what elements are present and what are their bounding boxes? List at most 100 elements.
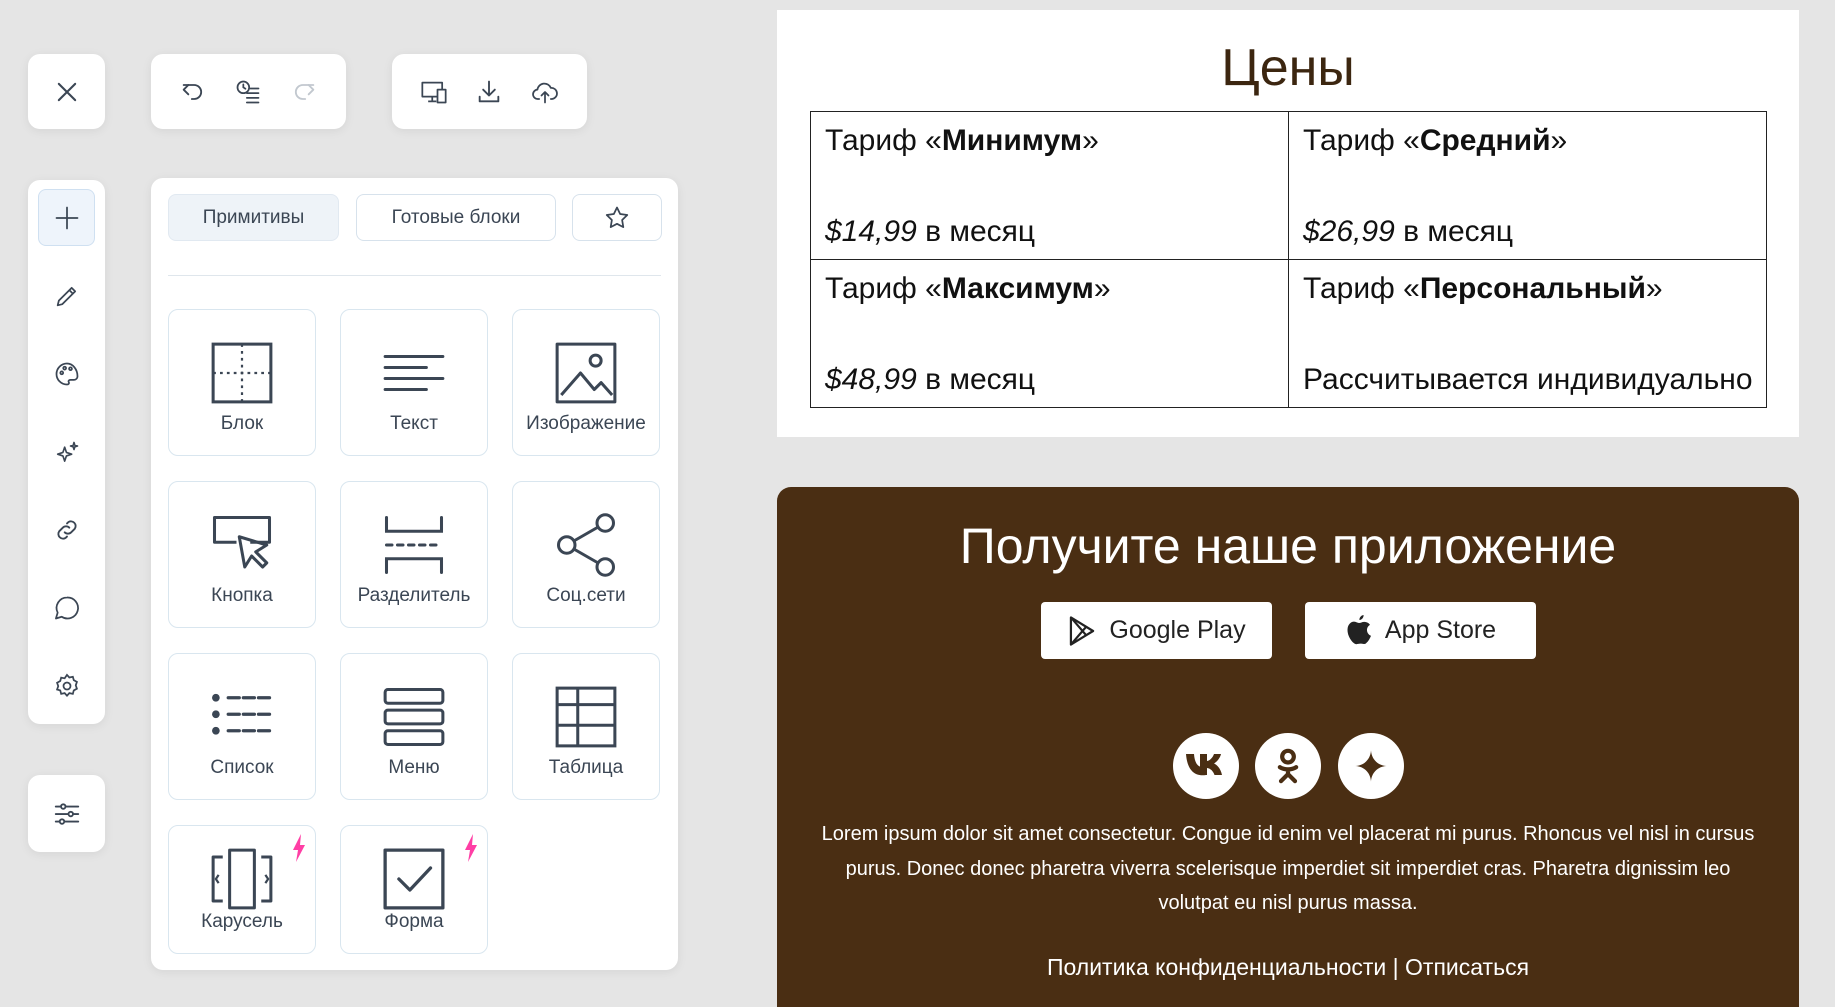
google-play-label: Google Play: [1109, 616, 1246, 644]
image-icon: [555, 342, 617, 404]
zen-button[interactable]: [1338, 733, 1404, 799]
form-icon: [383, 848, 445, 910]
plan-suffix: »: [1093, 272, 1111, 305]
apple-icon: [1347, 614, 1371, 644]
plan-prefix: Тариф «: [1303, 272, 1420, 305]
footer-links: Политика конфиденциальности | Отписаться: [777, 954, 1799, 981]
tile-label: Соц.сети: [546, 585, 626, 606]
plan-name: Средний: [1419, 124, 1551, 157]
tile-label: Блок: [220, 413, 264, 434]
sliders-icon: [54, 802, 79, 825]
close-icon: [57, 82, 76, 101]
vk-icon: [1186, 754, 1222, 776]
ok-icon: [1277, 748, 1299, 784]
tile-form[interactable]: Форма: [340, 825, 488, 954]
sidebar-item-link[interactable]: [38, 501, 95, 558]
app-store-button[interactable]: App Store: [1305, 602, 1536, 659]
footer-separator: |: [1386, 954, 1406, 980]
undo-icon: [182, 83, 202, 100]
tab-primitives-label: Примитивы: [202, 206, 305, 228]
sidebar-item-edit[interactable]: [38, 267, 95, 324]
tab-favorites[interactable]: [572, 194, 662, 241]
plan-cell: Тариф «Персональный» Рассчитывается инди…: [1288, 259, 1767, 408]
plan-prefix: Тариф «: [825, 124, 942, 157]
history-icon: [237, 80, 260, 103]
redo-button[interactable]: [282, 70, 326, 114]
footer-description: Lorem ipsum dolor sit amet consectetur. …: [821, 823, 1755, 914]
undo-button[interactable]: [171, 70, 215, 114]
button-icon: [212, 515, 272, 569]
palette-icon: [55, 362, 78, 385]
tile-menu[interactable]: Меню: [340, 653, 488, 800]
plan-prefix: Тариф «: [1303, 124, 1420, 157]
preview-icon: [421, 81, 447, 103]
history-button[interactable]: [226, 70, 270, 114]
app-store-label: App Store: [1384, 616, 1497, 644]
plan-period: в месяц: [916, 363, 1036, 396]
plan-name: Персональный: [1419, 272, 1646, 305]
vk-button[interactable]: [1173, 733, 1239, 799]
plan-price: $14,99: [825, 215, 917, 248]
plan-prefix: Тариф «: [825, 272, 942, 305]
plan-price: $48,99: [825, 363, 917, 396]
pricing-table: Тариф «Минимум» $14,99 в месяц Тариф «Ср…: [810, 111, 1767, 408]
tile-label: Меню: [388, 757, 440, 778]
tab-ready-blocks[interactable]: Готовые блоки: [356, 194, 556, 241]
tile-carousel[interactable]: Карусель: [168, 825, 316, 954]
tile-text[interactable]: Текст: [340, 309, 488, 456]
tile-label: Текст: [390, 413, 438, 434]
app-section[interactable]: Получите наше приложение Google Play App…: [777, 487, 1799, 1007]
tile-divider[interactable]: Разделитель: [340, 481, 488, 628]
share-icon: [556, 513, 616, 577]
tool-sidebar: [28, 180, 105, 724]
history-toolbar: [151, 54, 346, 129]
block-icon: [211, 342, 273, 404]
tile-block[interactable]: Блок: [168, 309, 316, 456]
plan-period: в месяц: [1394, 215, 1514, 248]
tile-label: Таблица: [548, 757, 624, 778]
pricing-section[interactable]: Цены Тариф «Минимум» $14,99 в месяц Тари…: [777, 10, 1799, 437]
google-play-icon: [1070, 615, 1095, 646]
tile-table[interactable]: Таблица: [512, 653, 660, 800]
text-icon: [383, 354, 445, 392]
tile-social[interactable]: Соц.сети: [512, 481, 660, 628]
plan-name: Минимум: [941, 124, 1083, 157]
link-icon: [56, 519, 77, 540]
ok-button[interactable]: [1255, 733, 1321, 799]
adjustments-button[interactable]: [28, 775, 105, 852]
plan-period: в месяц: [916, 215, 1036, 248]
unsubscribe-link[interactable]: Отписаться: [1405, 954, 1529, 980]
plan-period: Рассчитывается индивидуально: [1303, 363, 1753, 396]
tile-image[interactable]: Изображение: [512, 309, 660, 456]
app-title: Получите наше приложение: [959, 518, 1617, 574]
comment-icon: [54, 596, 79, 619]
add-icon: [55, 206, 78, 229]
carousel-icon: [211, 848, 273, 910]
list-icon: [212, 693, 272, 735]
gear-icon: [55, 673, 78, 697]
preview-button[interactable]: [412, 70, 456, 114]
download-icon: [479, 80, 500, 102]
tile-label: Форма: [384, 911, 444, 932]
tile-list[interactable]: Список: [168, 653, 316, 800]
tile-button[interactable]: Кнопка: [168, 481, 316, 628]
pencil-icon: [56, 286, 76, 306]
download-button[interactable]: [467, 70, 511, 114]
table-icon: [555, 686, 617, 748]
privacy-link[interactable]: Политика конфиденциальности: [1047, 954, 1386, 980]
sidebar-item-settings[interactable]: [38, 657, 95, 714]
tile-label: Изображение: [526, 413, 646, 434]
close-button[interactable]: [28, 54, 105, 129]
sidebar-item-ai[interactable]: [38, 424, 95, 481]
upload-button[interactable]: [523, 70, 567, 114]
sidebar-item-comments[interactable]: [38, 579, 95, 636]
tab-ready-blocks-label: Готовые блоки: [391, 206, 521, 228]
sidebar-item-add[interactable]: [38, 189, 95, 246]
upload-icon: [532, 82, 558, 103]
zen-icon: [1355, 750, 1387, 782]
sidebar-item-style[interactable]: [38, 345, 95, 402]
google-play-button[interactable]: Google Play: [1041, 602, 1272, 659]
blocks-panel: Примитивы Готовые блоки Блок Текст Изобр…: [151, 178, 678, 970]
plan-name: Максимум: [941, 272, 1094, 305]
tab-primitives[interactable]: Примитивы: [168, 194, 339, 241]
